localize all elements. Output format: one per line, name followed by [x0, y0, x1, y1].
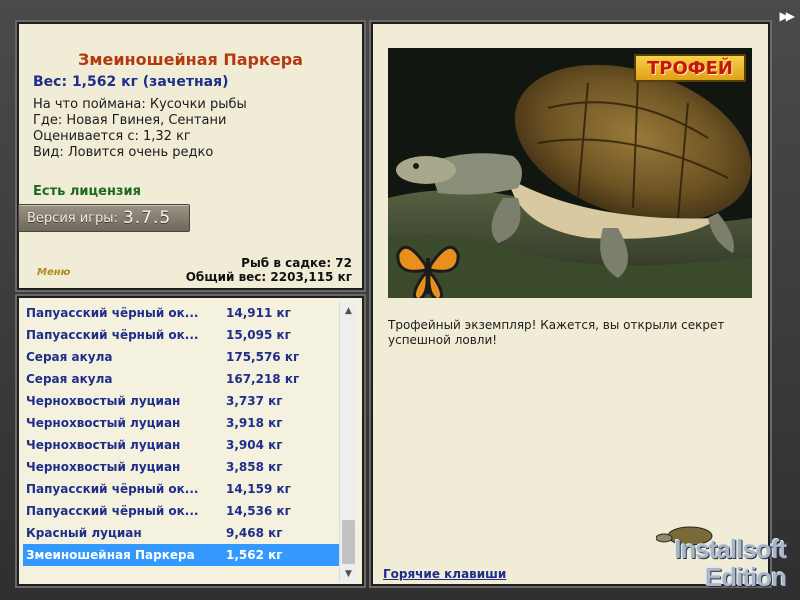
catch-list-row[interactable]: Папуасский чёрный ок... 14,536 кг [23, 500, 341, 522]
catch-fish-name: Папуасский чёрный ок... [26, 328, 199, 342]
version-badge: Версия игры: 3.7.5 [18, 204, 190, 232]
catch-fish-weight: 15,095 кг [226, 328, 291, 342]
fish-details: На что поймана: Кусочки рыбы Где: Новая … [33, 97, 247, 161]
chevron-down-icon[interactable]: ▼ [340, 565, 357, 582]
catch-list-row[interactable]: Чернохвостый луциан 3,858 кг [23, 456, 341, 478]
catch-fish-name: Змеиношейная Паркера [26, 548, 195, 562]
trophy-panel: ТРОФЕЙ Трофейный экземпляр! Кажется, вы … [369, 20, 772, 588]
catch-fish-weight: 3,918 кг [226, 416, 283, 430]
fish-name: Змеиношейная Паркера [78, 50, 303, 69]
catch-totals: Рыб в садке: 72 Общий вес: 2203,115 кг [186, 256, 352, 284]
catch-fish-name: Серая акула [26, 350, 113, 364]
total-weight: Общий вес: 2203,115 кг [185, 270, 352, 284]
catch-fish-weight: 14,911 кг [226, 306, 291, 320]
logo-text-installsoft: Installsoft [674, 534, 787, 564]
catch-fish-name: Красный луциан [26, 526, 142, 540]
catch-fish-weight: 175,576 кг [226, 350, 300, 364]
catch-fish-weight: 9,468 кг [226, 526, 283, 540]
value-line: Оценивается с: 1,32 кг [33, 129, 191, 144]
catch-list-row[interactable]: Папуасский чёрный ок... 15,095 кг [23, 324, 341, 346]
catch-fish-name: Чернохвостый луциан [26, 416, 181, 430]
catch-fish-name: Чернохвостый луциан [26, 438, 181, 452]
version-label: Версия игры: [27, 210, 118, 226]
catch-fish-name: Чернохвостый луциан [26, 460, 181, 474]
rarity-line: Вид: Ловится очень редко [33, 145, 214, 160]
catch-fish-name: Серая акула [26, 372, 113, 386]
menu-button[interactable]: Меню [37, 267, 70, 278]
catch-list-row[interactable]: Папуасский чёрный ок... 14,159 кг [23, 478, 341, 500]
catch-list-row[interactable]: Чернохвостый луциан 3,904 кг [23, 434, 341, 456]
catch-fish-weight: 3,737 кг [226, 394, 283, 408]
fish-weight: Вес: 1,562 кг (зачетная) [33, 74, 229, 90]
catch-list-row[interactable]: Серая акула 167,218 кг [23, 368, 341, 390]
catch-fish-weight: 14,159 кг [226, 482, 291, 496]
catch-fish-weight: 167,218 кг [226, 372, 300, 386]
bait-line: На что поймана: Кусочки рыбы [33, 97, 247, 112]
catch-fish-weight: 14,536 кг [226, 504, 291, 518]
trophy-message: Трофейный экземпляр! Кажется, вы открыли… [388, 318, 725, 347]
license-status: Есть лицензия [33, 184, 141, 199]
logo-text-edition: Edition [704, 562, 787, 592]
catch-fish-name: Папуасский чёрный ок... [26, 482, 199, 496]
scroll-thumb[interactable] [342, 520, 355, 564]
catch-list: Папуасский чёрный ок... 14,911 кг Папуасск… [23, 302, 341, 566]
version-value: 3.7.5 [122, 208, 172, 228]
trophy-badge: ТРОФЕЙ [634, 54, 746, 82]
catch-fish-name: Папуасский чёрный ок... [26, 306, 199, 320]
catch-fish-name: Папуасский чёрный ок... [26, 504, 199, 518]
catch-list-row[interactable]: Змеиношейная Паркера 1,562 кг [23, 544, 341, 566]
turtle-photo: ТРОФЕЙ [388, 48, 752, 298]
turtle-image [388, 48, 752, 298]
hotkeys-link[interactable]: Горячие клавиши [383, 567, 506, 581]
chevron-up-icon[interactable]: ▲ [340, 302, 357, 319]
fish-count: Рыб в садке: 72 [241, 256, 352, 270]
catch-list-row[interactable]: Чернохвостый луциан 3,918 кг [23, 412, 341, 434]
fish-info-panel: Змеиношейная Паркера Вес: 1,562 кг (заче… [15, 20, 366, 292]
location-line: Где: Новая Гвинея, Сентани [33, 113, 227, 128]
catch-fish-weight: 3,858 кг [226, 460, 283, 474]
installsoft-logo: Installsoft Edition [636, 520, 796, 596]
catch-fish-weight: 3,904 кг [226, 438, 283, 452]
catch-fish-weight: 1,562 кг [226, 548, 283, 562]
catch-list-row[interactable]: Папуасский чёрный ок... 14,911 кг [23, 302, 341, 324]
catch-list-row[interactable]: Чернохвостый луциан 3,737 кг [23, 390, 341, 412]
catch-list-panel: Папуасский чёрный ок... 14,911 кг Папуасск… [15, 294, 366, 588]
catch-list-row[interactable]: Красный луциан 9,468 кг [23, 522, 341, 544]
catch-list-row[interactable]: Серая акула 175,576 кг [23, 346, 341, 368]
catch-fish-name: Чернохвостый луциан [26, 394, 181, 408]
fast-forward-icon[interactable]: ▶▶ [780, 9, 796, 23]
scrollbar[interactable]: ▲ ▼ [339, 302, 356, 582]
